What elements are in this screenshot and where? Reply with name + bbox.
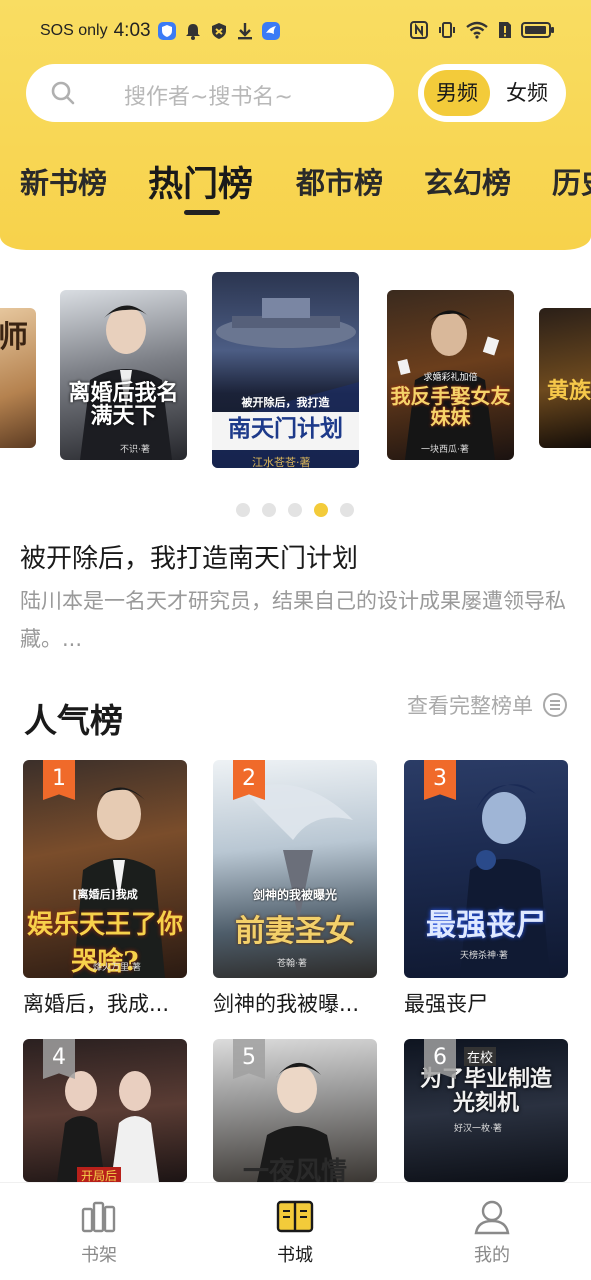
view-full-ranking-link[interactable]: 查看完整榜单 <box>407 690 567 720</box>
cover-author: 天榜杀神·著 <box>460 951 508 961</box>
cover-art-subtitle: 剑神的我被曝光 <box>252 888 337 902</box>
gender-toggle: 男频 女频 <box>418 64 566 122</box>
book-cover[interactable]: 最强丧尸 天榜杀神·著 3 <box>404 760 568 978</box>
carousel-pagination <box>236 503 354 517</box>
cover-art-text: 黄族 <box>546 378 591 404</box>
search-bar[interactable]: 搜作者~搜书名~ <box>26 64 394 122</box>
featured-book-title[interactable]: 被开除后，我打造南天门计划 <box>20 538 358 575</box>
carousel-cover-active[interactable]: 被开除后，我打造 南天门计划 江水苍苍·著 <box>212 272 359 468</box>
cover-art-text: 前妻圣女 <box>235 914 355 949</box>
search-icon <box>51 81 75 105</box>
featured-carousel[interactable]: 师 离婚后我名满天下 不识·著 被开除后，我打造 南天门计划 江水苍苍·著 求婚… <box>0 262 591 482</box>
bell-icon <box>185 24 200 40</box>
nav-profile[interactable]: 我的 <box>447 1197 537 1267</box>
cover-art-subtitle: 在校 <box>464 1047 497 1066</box>
cover-author: 不识·著 <box>120 445 150 455</box>
carousel-cover[interactable]: 师 <box>0 308 36 448</box>
pagination-dot[interactable] <box>236 503 250 517</box>
cover-art-text: 最强丧尸 <box>426 908 546 943</box>
cover-art-text: 师 <box>0 320 28 355</box>
bottom-navigation: 书架 书城 我的 <box>0 1182 591 1280</box>
book-cover[interactable]: 开局后 4 <box>23 1039 187 1182</box>
cover-art-text: 开局后 <box>77 1167 122 1182</box>
rank-badge: 3 <box>424 760 456 800</box>
sos-indicator: SOS only <box>40 22 108 39</box>
cover-art-subtitle: [离婚后]我成 <box>72 888 138 901</box>
cover-author: 苍翰·著 <box>277 959 307 969</box>
section-title: 人气榜 <box>24 701 123 740</box>
profile-icon <box>474 1200 510 1235</box>
wifi-icon <box>466 21 488 39</box>
cover-author: 江水苍苍·著 <box>252 456 311 468</box>
rank-badge: 6 <box>424 1039 456 1079</box>
ranking-tabs: 新书榜 热门榜 都市榜 玄幻榜 历史榜 <box>0 150 591 220</box>
status-right <box>409 20 555 40</box>
pagination-dot[interactable] <box>340 503 354 517</box>
pagination-dot[interactable] <box>288 503 302 517</box>
female-channel-button[interactable]: 女频 <box>494 70 560 116</box>
battery-icon <box>521 22 554 38</box>
book-card[interactable]: [离婚后]我成 娱乐天王了你哭啥? 烽火万里·著 1 离婚后，我成... <box>23 760 187 1016</box>
tab-urban[interactable]: 都市榜 <box>296 160 383 202</box>
book-card[interactable]: 最强丧尸 天榜杀神·著 3 最强丧尸 <box>404 760 568 1016</box>
status-left: SOS only 4:03 <box>40 20 281 42</box>
nav-label: 我的 <box>474 1245 510 1266</box>
book-cover[interactable]: 在校 为了毕业制造光刻机 好汉一枚·著 6 <box>404 1039 568 1182</box>
nav-bookshelf[interactable]: 书架 <box>54 1197 144 1267</box>
list-icon <box>543 693 567 717</box>
book-card[interactable]: 一夜风情 5 <box>213 1039 377 1182</box>
carousel-cover[interactable]: 求婚彩礼加倍 我反手娶女友妹妹 一块西瓜·著 <box>387 290 514 460</box>
cover-art-text: 一夜风情 <box>242 1157 347 1182</box>
view-full-ranking-label: 查看完整榜单 <box>407 694 533 718</box>
tab-history[interactable]: 历史榜 <box>552 160 591 202</box>
clock: 4:03 <box>113 20 151 41</box>
rank-badge: 4 <box>43 1039 75 1079</box>
book-title[interactable]: 离婚后，我成... <box>23 988 193 1018</box>
cover-subtitle: 求婚彩礼加倍 <box>423 373 478 383</box>
security-shield-icon <box>211 23 226 39</box>
cover-art-text: 我反手娶女友妹妹 <box>390 384 511 429</box>
book-cover[interactable]: 一夜风情 5 <box>213 1039 377 1182</box>
book-title[interactable]: 剑神的我被曝... <box>213 988 383 1018</box>
open-book-icon <box>276 1200 314 1233</box>
cover-author: 好汉一枚·著 <box>454 1124 502 1134</box>
book-card[interactable]: 剑神的我被曝光 前妻圣女 苍翰·著 2 剑神的我被曝... <box>213 760 377 1016</box>
tab-hot[interactable]: 热门榜 <box>148 156 253 207</box>
nfc-icon <box>410 21 428 39</box>
vibrate-icon <box>439 22 455 38</box>
pagination-dot[interactable] <box>262 503 276 517</box>
active-tab-indicator <box>184 210 220 215</box>
cover-author: 一块西瓜·著 <box>421 445 469 455</box>
carousel-cover[interactable]: 黄族 <box>539 308 591 448</box>
download-icon <box>237 23 252 40</box>
rank-badge: 1 <box>43 760 75 800</box>
book-cover[interactable]: [离婚后]我成 娱乐天王了你哭啥? 烽火万里·著 1 <box>23 760 187 978</box>
book-cover[interactable]: 剑神的我被曝光 前妻圣女 苍翰·著 2 <box>213 760 377 978</box>
nav-label: 书架 <box>81 1245 117 1266</box>
search-placeholder: 搜作者~搜书名~ <box>124 85 293 110</box>
cover-art-text: 南天门计划 <box>228 415 343 442</box>
nav-label: 书城 <box>277 1245 313 1266</box>
tab-fantasy[interactable]: 玄幻榜 <box>424 160 511 202</box>
cover-subtitle: 被开除后，我打造 <box>241 396 330 409</box>
rank-badge: 2 <box>233 760 265 800</box>
cover-figure <box>80 305 172 460</box>
rank-badge: 5 <box>233 1039 265 1079</box>
pagination-dot-active[interactable] <box>314 503 328 517</box>
bird-app-icon <box>261 22 280 40</box>
cover-art-text: 离婚后我名满天下 <box>68 380 179 430</box>
sim-alert-icon <box>499 22 511 38</box>
male-channel-button[interactable]: 男频 <box>424 70 490 116</box>
tab-new-books[interactable]: 新书榜 <box>20 160 107 202</box>
book-card[interactable]: 开局后 4 <box>23 1039 187 1182</box>
carousel-cover[interactable]: 离婚后我名满天下 不识·著 <box>60 290 187 460</box>
cover-author: 烽火万里·著 <box>93 963 141 973</box>
book-title[interactable]: 最强丧尸 <box>404 988 574 1018</box>
bookshelf-icon <box>81 1201 116 1233</box>
nav-bookstore[interactable]: 书城 <box>250 1197 340 1267</box>
book-card[interactable]: 在校 为了毕业制造光刻机 好汉一枚·著 6 <box>404 1039 568 1182</box>
shield-app-icon <box>157 22 176 40</box>
featured-book-description: 陆川本是一名天才研究员，结果自己的设计成果屡遭领导私藏。... <box>20 589 566 651</box>
status-bar: SOS only 4:03 <box>0 0 591 64</box>
